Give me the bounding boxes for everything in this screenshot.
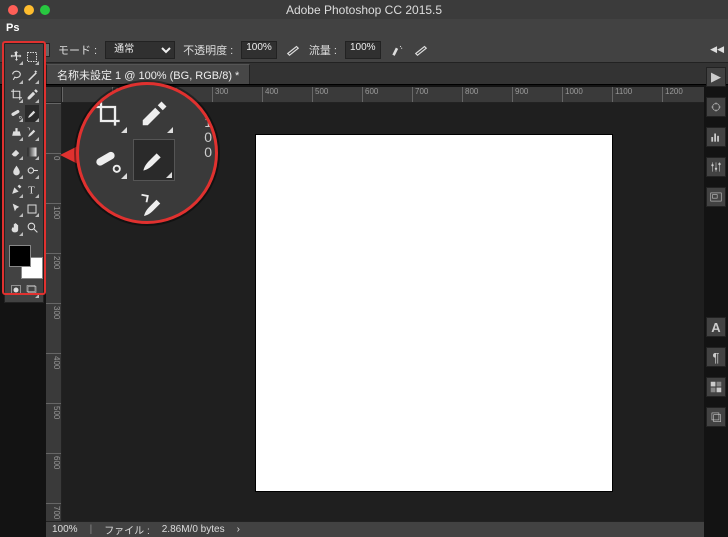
file-size-value: 2.86M/0 bytes	[162, 524, 225, 535]
traffic-lights	[0, 5, 50, 15]
zoomed-fragment	[179, 185, 218, 224]
blend-mode-select[interactable]: 通常	[105, 41, 175, 59]
brush-tool[interactable]	[25, 105, 39, 122]
zoomed-brush-tool-icon	[133, 139, 175, 181]
ps-logo: Ps	[6, 22, 19, 34]
marquee-tool[interactable]	[25, 48, 39, 65]
navigator-panel-icon[interactable]	[706, 187, 726, 207]
maximize-window-button[interactable]	[40, 5, 50, 15]
character-panel-icon[interactable]: A	[706, 317, 726, 337]
path-select-tool[interactable]	[9, 200, 23, 217]
zoomed-healing-brush-tool-icon	[87, 139, 129, 181]
foreground-color-swatch[interactable]	[9, 245, 31, 267]
file-size-label: ファイル :	[104, 522, 150, 537]
options-bar: モード : 通常 不透明度 : 100% 流量 : 100%	[0, 37, 728, 63]
histogram-panel-icon[interactable]	[706, 127, 726, 147]
paragraph-panel-icon[interactable]: ¶	[706, 347, 726, 367]
zoomed-ruler-edge	[179, 93, 218, 135]
history-brush-tool[interactable]	[25, 124, 39, 141]
eyedropper-tool[interactable]	[25, 86, 39, 103]
rectangle-tool[interactable]	[25, 200, 39, 217]
screenmode-button[interactable]	[25, 281, 39, 298]
tablet-pressure-icon[interactable]	[413, 42, 429, 58]
layers-panel-icon[interactable]	[706, 407, 726, 427]
opacity-pressure-icon[interactable]	[285, 42, 301, 58]
document-canvas[interactable]	[256, 135, 612, 491]
document-tab-strip: 名称未設定 1 @ 100% (BG, RGB/8) *	[0, 63, 728, 85]
zoomed-crop-tool-icon	[87, 93, 129, 135]
gradient-tool[interactable]	[25, 143, 39, 160]
dodge-tool[interactable]	[25, 162, 39, 179]
zoom-tool[interactable]	[25, 219, 39, 236]
color-swatches[interactable]	[9, 245, 43, 279]
opacity-label: 不透明度 :	[183, 42, 233, 58]
eraser-tool[interactable]	[9, 143, 23, 160]
zoom-level[interactable]: 100%	[52, 524, 78, 535]
window-titlebar: Adobe Photoshop CC 2015.5	[0, 0, 728, 19]
zoomed-eyedropper-tool-icon	[133, 93, 175, 135]
ruler-vertical[interactable]: 0100200300400500600700800	[46, 103, 62, 521]
status-chevron-icon[interactable]: ›	[237, 524, 240, 535]
color-panel-icon[interactable]	[706, 97, 726, 117]
blur-tool[interactable]	[9, 162, 23, 179]
ruler-origin[interactable]	[46, 87, 62, 103]
swatches-panel-icon[interactable]	[706, 377, 726, 397]
zoomed-ruler-100: 100	[204, 115, 212, 160]
document-tab[interactable]: 名称未設定 1 @ 100% (BG, RGB/8) *	[46, 64, 250, 84]
svg-text:T: T	[28, 184, 35, 196]
right-dock: ▶ A ¶	[706, 43, 726, 427]
hand-tool[interactable]	[9, 219, 23, 236]
clone-stamp-tool[interactable]	[9, 124, 23, 141]
healing-brush-tool[interactable]	[9, 105, 23, 122]
airbrush-icon[interactable]	[389, 42, 405, 58]
blend-mode-label: モード :	[58, 42, 97, 58]
zoomed-stamp-fragment	[87, 185, 129, 224]
adjustments-panel-icon[interactable]	[706, 157, 726, 177]
flow-label: 流量 :	[309, 42, 337, 58]
brush-tool-callout: 100	[76, 82, 218, 224]
type-tool[interactable]: T	[25, 181, 39, 198]
separator: |	[90, 524, 93, 535]
close-window-button[interactable]	[8, 5, 18, 15]
move-tool[interactable]	[9, 48, 23, 65]
crop-tool[interactable]	[9, 86, 23, 103]
tools-panel: T	[4, 43, 44, 303]
actions-panel-icon[interactable]: ▶	[706, 67, 726, 87]
status-bar: 100% | ファイル : 2.86M/0 bytes ›	[46, 521, 704, 537]
flow-value[interactable]: 100%	[345, 41, 381, 59]
pen-tool[interactable]	[9, 181, 23, 198]
magic-wand-tool[interactable]	[25, 67, 39, 84]
zoomed-ruler-numbers	[179, 139, 218, 181]
zoomed-history-brush-tool-icon	[133, 185, 175, 224]
opacity-value[interactable]: 100%	[241, 41, 277, 59]
quickmask-button[interactable]	[9, 281, 23, 298]
lasso-tool[interactable]	[9, 67, 23, 84]
app-title: Adobe Photoshop CC 2015.5	[0, 3, 728, 17]
menu-bar: Ps	[0, 19, 728, 37]
minimize-window-button[interactable]	[24, 5, 34, 15]
